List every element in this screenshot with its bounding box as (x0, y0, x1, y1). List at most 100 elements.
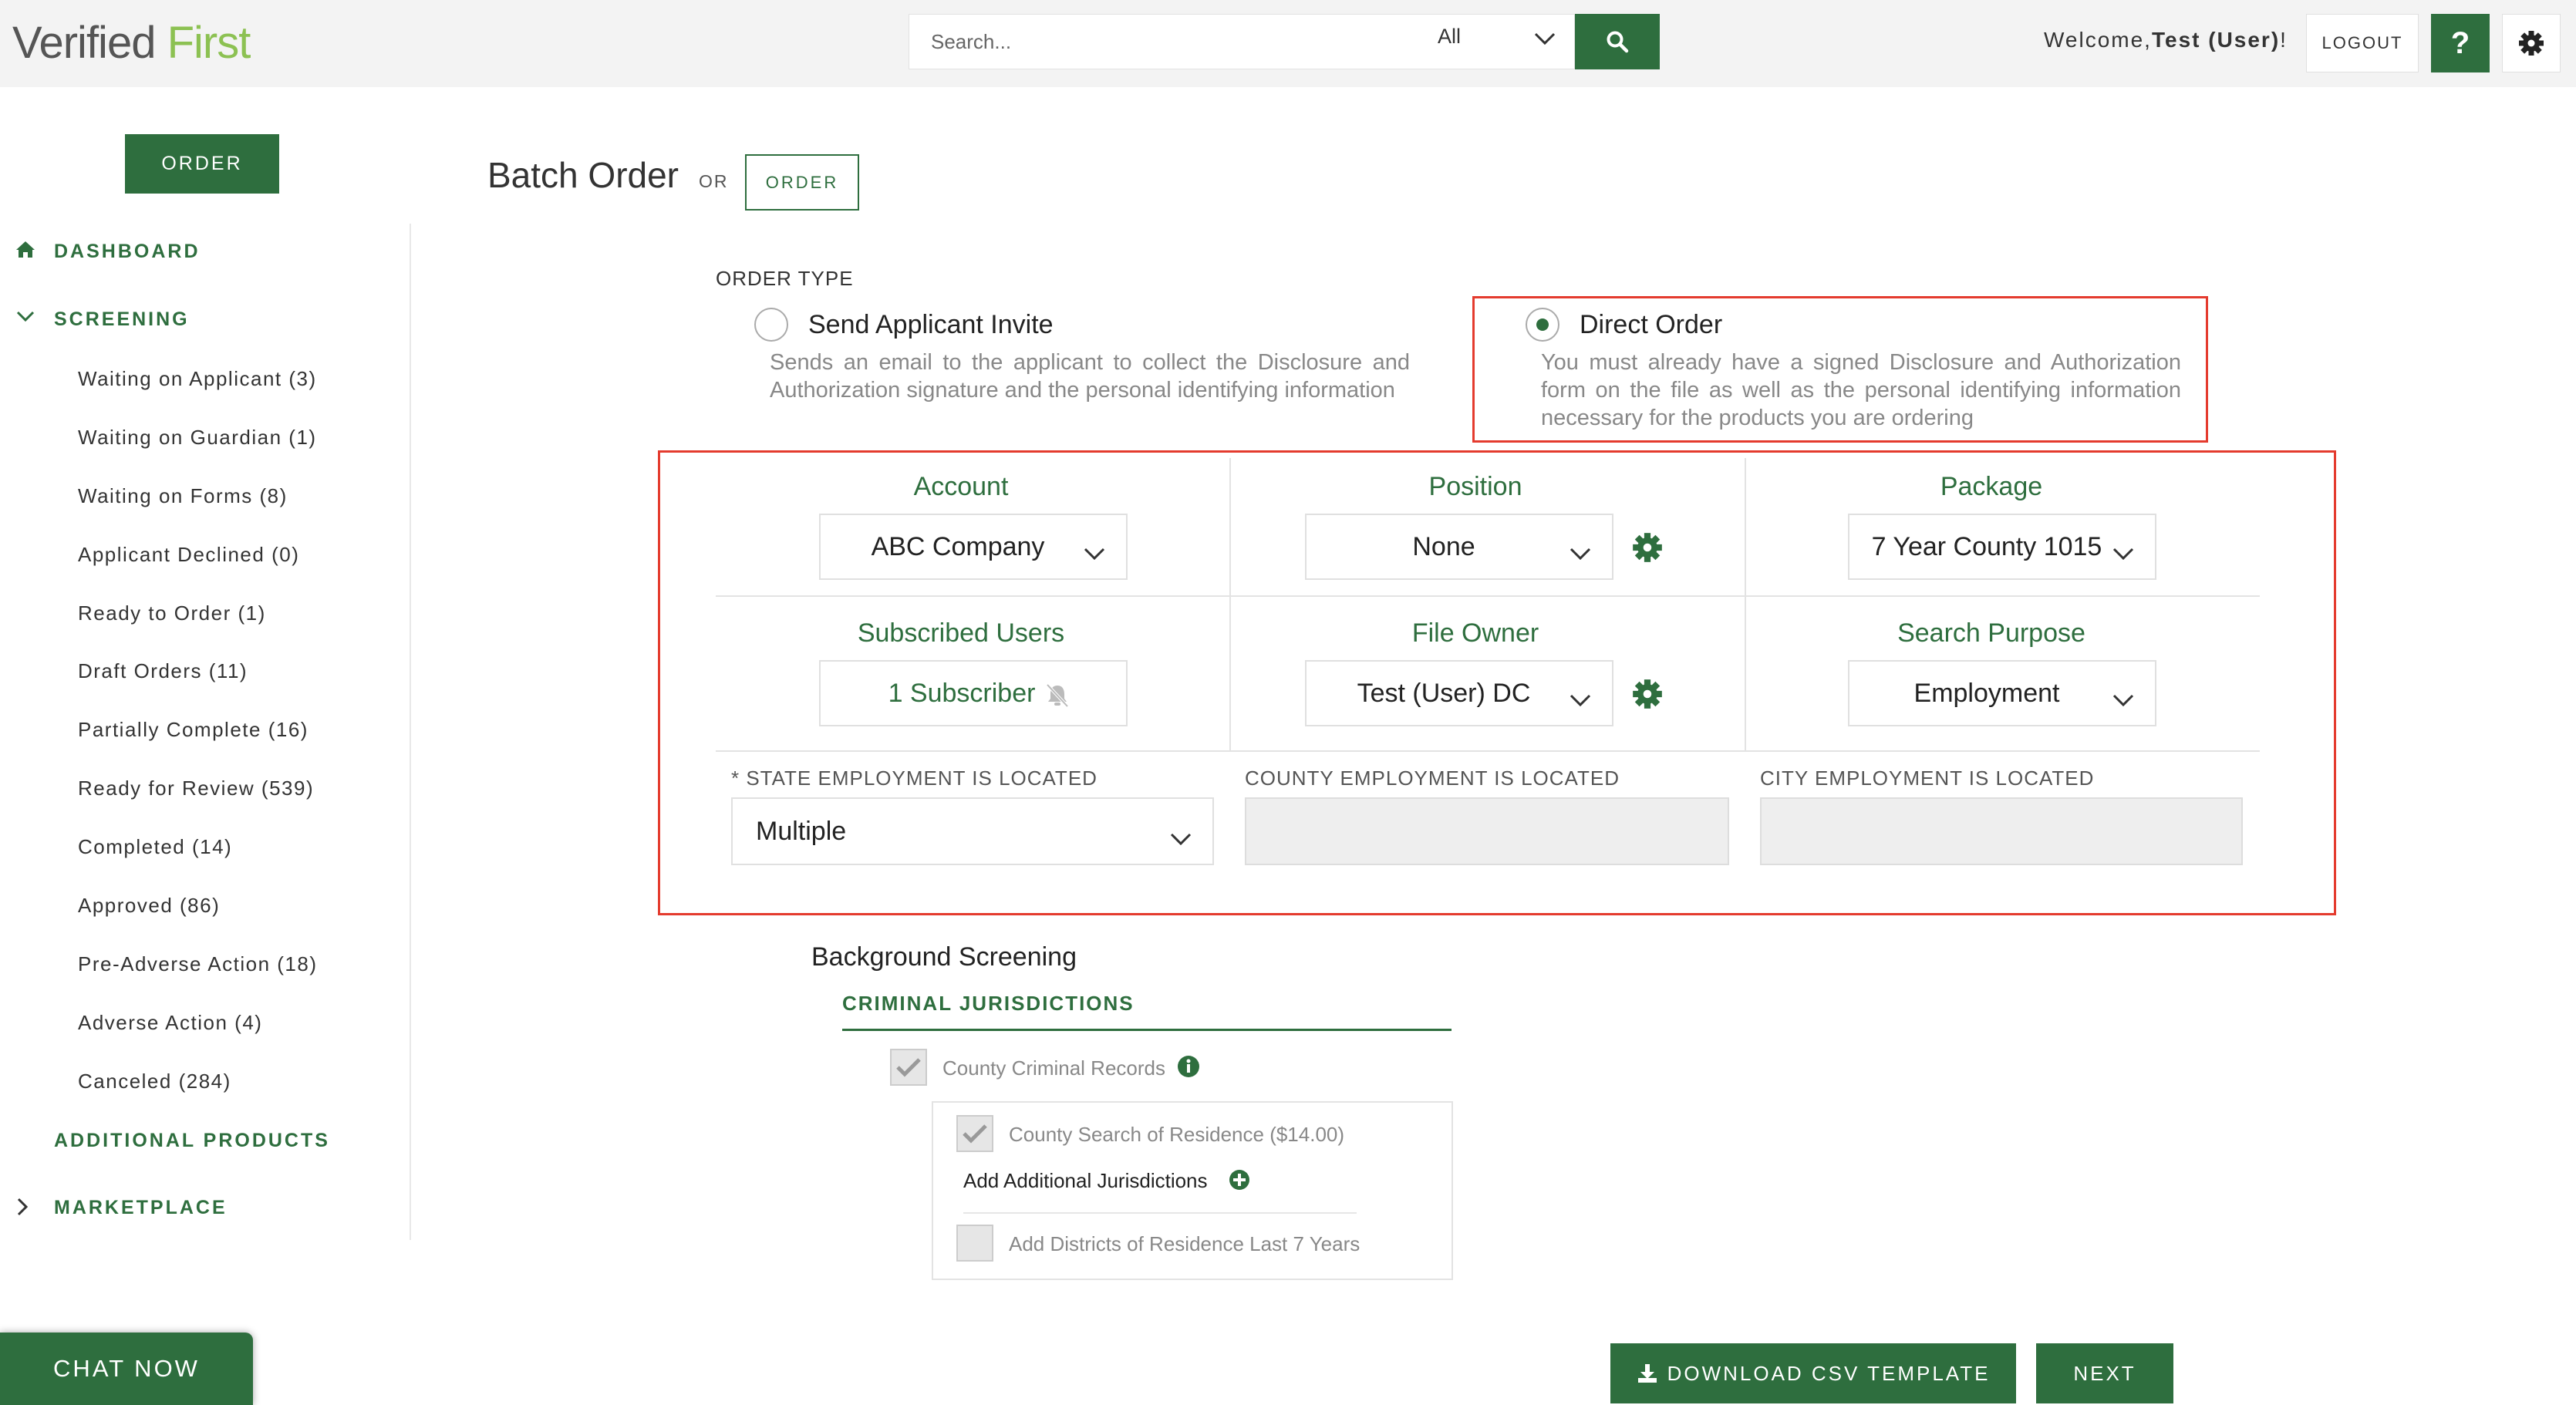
sidebar-order-button[interactable]: ORDER (125, 134, 279, 194)
or-label: OR (699, 171, 729, 191)
state-employment-value: Multiple (756, 816, 847, 846)
welcome-suffix: ! (2280, 28, 2288, 52)
criminal-jurisdictions-title: CRIMINAL JURISDICTIONS (842, 992, 1135, 1015)
chevron-down-icon (1569, 685, 1592, 715)
grid-divider (1229, 458, 1231, 751)
account-select[interactable]: ABC Company (819, 514, 1128, 580)
city-employment-input[interactable] (1760, 797, 2243, 865)
search-bar (909, 14, 1575, 69)
section-underline (842, 1029, 1452, 1031)
sidebar-item-waiting-on-forms[interactable]: Waiting on Forms (8) (78, 484, 288, 508)
logo-text-verified: Verified (12, 18, 156, 68)
direct-order-radio[interactable] (1526, 308, 1559, 342)
state-employment-select[interactable]: Multiple (731, 797, 1214, 865)
settings-button[interactable] (2502, 14, 2561, 72)
page-title: Batch Order (487, 155, 679, 195)
state-employment-label: * STATE EMPLOYMENT IS LOCATED (731, 767, 1097, 790)
top-header: Verified First All Welcome,Test (User)! … (0, 0, 2576, 87)
county-criminal-records-checkbox[interactable] (890, 1049, 927, 1086)
chevron-right-icon[interactable] (15, 1197, 29, 1221)
city-employment-label: CITY EMPLOYMENT IS LOCATED (1760, 767, 2095, 790)
sidebar-item-completed[interactable]: Completed (14) (78, 835, 232, 859)
grid-divider (1745, 458, 1746, 751)
welcome-prefix: Welcome, (2044, 28, 2152, 52)
search-purpose-value: Employment (1913, 678, 2060, 708)
sidebar-item-draft-orders[interactable]: Draft Orders (11) (78, 659, 248, 683)
county-search-of-residence-label: County Search of Residence ($14.00) (1009, 1123, 1345, 1146)
info-icon[interactable] (1177, 1055, 1200, 1082)
sidebar-item-additional-products[interactable]: ADDITIONAL PRODUCTS (54, 1130, 330, 1152)
logout-button[interactable]: LOGOUT (2306, 14, 2419, 72)
download-csv-template-button[interactable]: DOWNLOAD CSV TEMPLATE (1610, 1343, 2016, 1403)
chevron-down-icon[interactable] (15, 310, 35, 328)
county-employment-input[interactable] (1245, 797, 1729, 865)
search-button[interactable] (1575, 14, 1660, 69)
subscribed-users-label: Subscribed Users (857, 618, 1065, 648)
direct-order-description: You must already have a signed Disclosur… (1541, 350, 2181, 430)
direct-order-title[interactable]: Direct Order (1580, 310, 1722, 340)
download-csv-template-label: DOWNLOAD CSV TEMPLATE (1667, 1361, 1991, 1385)
sidebar-item-canceled[interactable]: Canceled (284) (78, 1070, 231, 1093)
panel-separator (963, 1212, 1357, 1214)
sidebar-divider (410, 224, 411, 1240)
add-districts-checkbox[interactable] (956, 1225, 993, 1262)
sidebar-item-partially-complete[interactable]: Partially Complete (16) (78, 718, 309, 742)
add-districts-label: Add Districts of Residence Last 7 Years (1009, 1232, 1360, 1255)
position-value: None (1412, 531, 1475, 561)
verified-first-logo[interactable]: Verified First (12, 17, 251, 69)
send-applicant-invite-description: Sends an email to the applicant to colle… (770, 350, 1410, 403)
search-purpose-select[interactable]: Employment (1848, 660, 2156, 726)
county-employment-label: COUNTY EMPLOYMENT IS LOCATED (1245, 767, 1620, 790)
chevron-down-icon[interactable] (1533, 31, 1556, 50)
subscribed-users-button[interactable]: 1 Subscriber (819, 660, 1128, 726)
county-criminal-records-label: County Criminal Records (942, 1056, 1165, 1080)
sidebar-item-waiting-on-applicant[interactable]: Waiting on Applicant (3) (78, 367, 317, 391)
bell-slash-icon (1044, 683, 1071, 715)
send-applicant-invite-title[interactable]: Send Applicant Invite (808, 310, 1054, 340)
chevron-down-icon (1083, 538, 1106, 568)
sidebar-item-ready-to-order[interactable]: Ready to Order (1) (78, 601, 266, 625)
search-input[interactable] (931, 15, 1517, 69)
next-button[interactable]: NEXT (2036, 1343, 2173, 1403)
grid-divider (716, 595, 2260, 597)
checkmark-icon (963, 1124, 987, 1144)
download-icon (1637, 1364, 1657, 1383)
sidebar-item-pre-adverse-action[interactable]: Pre-Adverse Action (18) (78, 952, 318, 976)
sidebar-item-applicant-declined[interactable]: Applicant Declined (0) (78, 543, 299, 567)
logo-text-first: First (167, 18, 251, 68)
order-type-label: ORDER TYPE (716, 267, 854, 290)
chevron-down-icon (2112, 685, 2135, 715)
home-icon (15, 240, 35, 262)
welcome-user: Test (User) (2151, 28, 2281, 52)
order-button[interactable]: ORDER (745, 154, 859, 211)
sidebar-item-dashboard[interactable]: DASHBOARD (54, 241, 201, 263)
account-label: Account (913, 472, 1009, 501)
help-button[interactable]: ? (2431, 14, 2490, 72)
add-additional-jurisdictions-link[interactable]: Add Additional Jurisdictions (963, 1169, 1208, 1193)
sidebar-item-adverse-action[interactable]: Adverse Action (4) (78, 1011, 262, 1035)
sidebar-item-marketplace[interactable]: MARKETPLACE (54, 1197, 228, 1219)
position-settings-gear-icon[interactable] (1632, 532, 1663, 567)
position-label: Position (1428, 472, 1522, 501)
chat-now-button[interactable]: CHAT NOW (0, 1333, 253, 1405)
search-scope-select[interactable]: All (1438, 25, 1461, 49)
file-owner-settings-gear-icon[interactable] (1632, 679, 1663, 713)
welcome-message: Welcome,Test (User)! (2044, 28, 2288, 52)
package-select[interactable]: 7 Year County 1015 (1848, 514, 2156, 580)
position-select[interactable]: None (1305, 514, 1613, 580)
county-search-of-residence-checkbox[interactable] (956, 1115, 993, 1152)
search-purpose-label: Search Purpose (1897, 618, 2085, 648)
send-applicant-invite-radio[interactable] (754, 308, 788, 342)
sidebar-item-waiting-on-guardian[interactable]: Waiting on Guardian (1) (78, 426, 317, 450)
chevron-down-icon (1569, 538, 1592, 568)
file-owner-select[interactable]: Test (User) DC (1305, 660, 1613, 726)
package-label: Package (1940, 472, 2043, 501)
file-owner-value: Test (User) DC (1357, 678, 1531, 708)
plus-circle-icon[interactable] (1228, 1168, 1251, 1195)
subscribed-users-value: 1 Subscriber (888, 678, 1036, 708)
sidebar-item-approved[interactable]: Approved (86) (78, 894, 220, 918)
sidebar-item-ready-for-review[interactable]: Ready for Review (539) (78, 777, 314, 800)
background-screening-title: Background Screening (811, 942, 1077, 972)
sidebar-item-screening[interactable]: SCREENING (54, 308, 190, 331)
grid-divider (716, 750, 2260, 752)
